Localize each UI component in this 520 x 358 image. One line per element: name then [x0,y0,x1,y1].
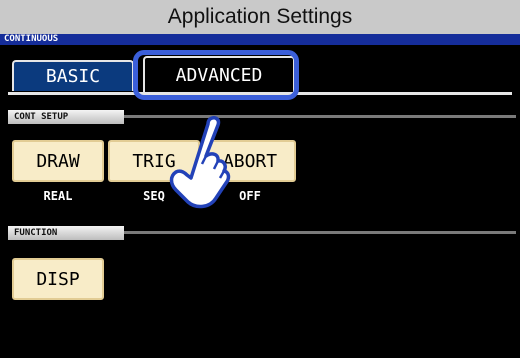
draw-value: REAL [43,189,73,203]
disp-button[interactable]: DISP [12,258,104,300]
screen-title-bar: CONTINUOUS [0,34,520,45]
cont-setup-label-text: CONT SETUP [14,112,69,122]
app-header: Application Settings [0,0,520,34]
tab-advanced-highlight [133,50,299,100]
app-title: Application Settings [167,5,353,28]
screen-title: CONTINUOUS [4,34,59,44]
draw-button-label: DRAW [36,150,80,172]
disp-button-label: DISP [36,268,80,290]
function-section-label: FUNCTION [8,226,124,240]
function-divider [124,231,516,234]
tab-basic-label: BASIC [45,66,101,87]
device-screen: CONTINUOUS BASIC ADVANCED CONT SETUP DRA… [0,34,520,358]
function-label-text: FUNCTION [14,228,58,238]
cont-setup-section-label: CONT SETUP [8,110,124,124]
draw-button[interactable]: DRAW [12,140,104,182]
pointing-hand-icon [169,116,231,209]
tab-basic[interactable]: BASIC [12,60,134,91]
